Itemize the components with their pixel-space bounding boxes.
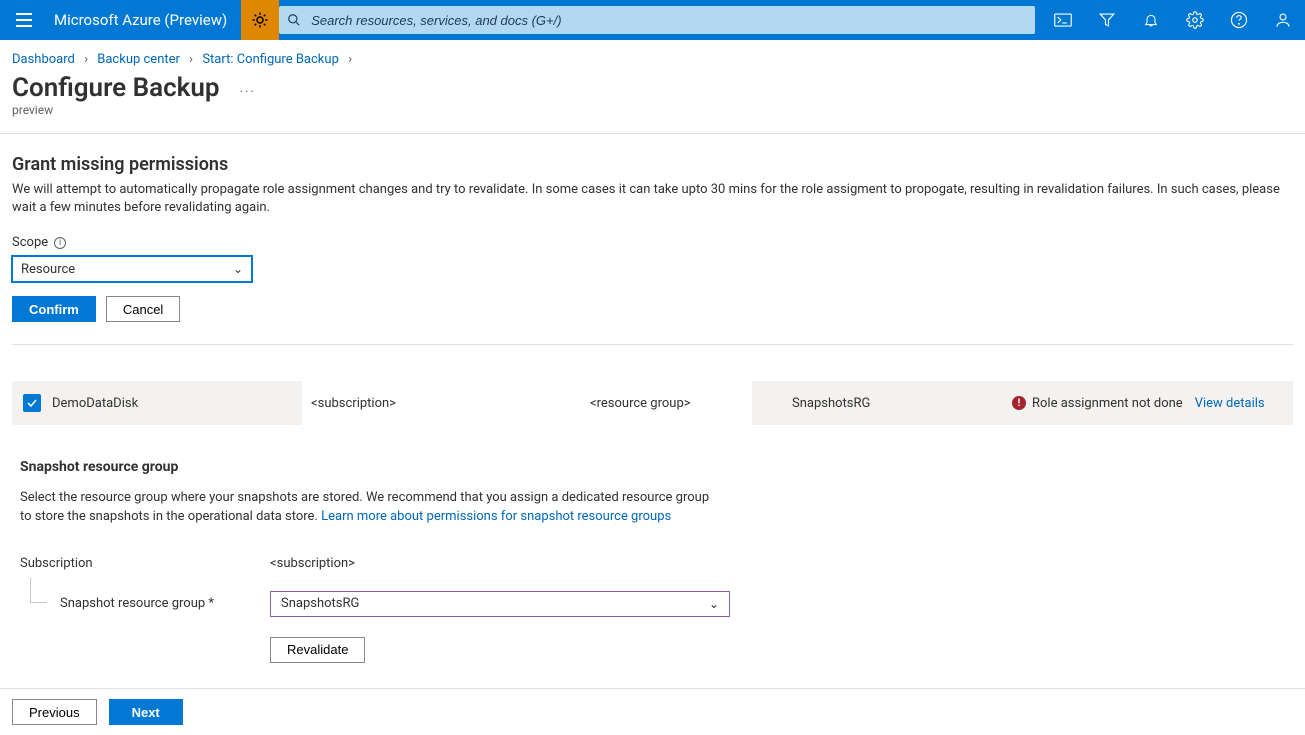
- permissions-section: Grant missing permissions We will attemp…: [0, 134, 1305, 330]
- next-button[interactable]: Next: [109, 699, 183, 725]
- scope-select[interactable]: Resource ⌄: [12, 256, 252, 282]
- snapshot-description: Select the resource group where your sna…: [20, 489, 720, 525]
- snapshot-rg-label: Snapshot resource group *: [20, 596, 270, 611]
- row-snapshot-rg: SnapshotsRG: [752, 396, 1012, 411]
- settings-button[interactable]: [1173, 0, 1217, 40]
- chevron-right-icon: ›: [189, 52, 193, 67]
- crumb-start-configure[interactable]: Start: Configure Backup: [202, 52, 339, 67]
- cancel-button[interactable]: Cancel: [106, 296, 180, 322]
- directory-filter-button[interactable]: [1085, 0, 1129, 40]
- search-icon: [287, 13, 301, 27]
- permissions-buttons: Confirm Cancel: [12, 296, 1293, 322]
- account-icon: [1274, 11, 1292, 29]
- gear-icon: [1186, 11, 1204, 29]
- search-input[interactable]: [309, 12, 1027, 29]
- snapshot-section: Snapshot resource group Select the resou…: [0, 425, 1305, 670]
- row-subscription: <subscription>: [302, 381, 552, 425]
- row-checkbox[interactable]: [23, 394, 41, 412]
- page-subtitle: preview: [0, 103, 1305, 129]
- more-button[interactable]: ...: [240, 81, 256, 96]
- search-bar[interactable]: [279, 6, 1035, 34]
- sun-icon: [251, 11, 269, 29]
- title-row: Configure Backup ...: [0, 71, 1305, 103]
- row-resource-group: <resource group>: [582, 381, 752, 425]
- row-status: ! Role assignment not done View details: [1012, 396, 1293, 411]
- permissions-heading: Grant missing permissions: [12, 154, 1293, 175]
- confirm-button[interactable]: Confirm: [12, 296, 96, 322]
- permissions-description: We will attempt to automatically propaga…: [12, 181, 1293, 217]
- help-icon: [1230, 11, 1248, 29]
- topbar: Microsoft Azure (Preview): [0, 0, 1305, 40]
- bell-icon: [1143, 11, 1159, 29]
- chevron-down-icon: ⌄: [233, 262, 243, 276]
- top-icons: [1041, 0, 1305, 40]
- snapshot-rg-value: SnapshotsRG: [281, 596, 359, 611]
- page-title: Configure Backup: [12, 73, 220, 103]
- info-icon[interactable]: i: [54, 237, 66, 249]
- menu-button[interactable]: [0, 0, 48, 40]
- filter-icon: [1098, 11, 1116, 29]
- brand-label: Microsoft Azure (Preview): [48, 0, 241, 40]
- account-button[interactable]: [1261, 0, 1305, 40]
- subscription-label: Subscription: [20, 556, 270, 571]
- row-name: DemoDataDisk: [52, 396, 302, 411]
- scope-label: Scope i: [12, 235, 1293, 250]
- table-header: [12, 345, 1293, 381]
- snapshot-heading: Snapshot resource group: [20, 459, 1293, 475]
- crumb-dashboard[interactable]: Dashboard: [12, 52, 75, 67]
- notifications-button[interactable]: [1129, 0, 1173, 40]
- preview-badge[interactable]: [241, 0, 279, 40]
- table-row: DemoDataDisk <subscription> <resource gr…: [12, 381, 1293, 425]
- cloud-shell-icon: [1054, 13, 1072, 27]
- footer: Previous Next: [0, 688, 1305, 735]
- revalidate-button[interactable]: Revalidate: [270, 637, 365, 663]
- chevron-right-icon: ›: [348, 52, 352, 67]
- crumb-backup-center[interactable]: Backup center: [97, 52, 180, 67]
- error-icon: !: [1012, 396, 1026, 410]
- snapshot-rg-select[interactable]: SnapshotsRG ⌄: [270, 591, 730, 617]
- chevron-down-icon: ⌄: [709, 597, 719, 611]
- subscription-value: <subscription>: [270, 556, 730, 571]
- previous-button[interactable]: Previous: [12, 699, 97, 725]
- cloud-shell-button[interactable]: [1041, 0, 1085, 40]
- scope-value: Resource: [21, 262, 75, 277]
- learn-more-link[interactable]: Learn more about permissions for snapsho…: [321, 509, 671, 524]
- menu-icon: [16, 13, 32, 27]
- chevron-right-icon: ›: [84, 52, 88, 67]
- view-details-link[interactable]: View details: [1195, 396, 1265, 411]
- check-icon: [26, 397, 38, 409]
- resource-table: DemoDataDisk <subscription> <resource gr…: [12, 344, 1293, 425]
- help-button[interactable]: [1217, 0, 1261, 40]
- breadcrumb: Dashboard › Backup center › Start: Confi…: [0, 40, 1305, 71]
